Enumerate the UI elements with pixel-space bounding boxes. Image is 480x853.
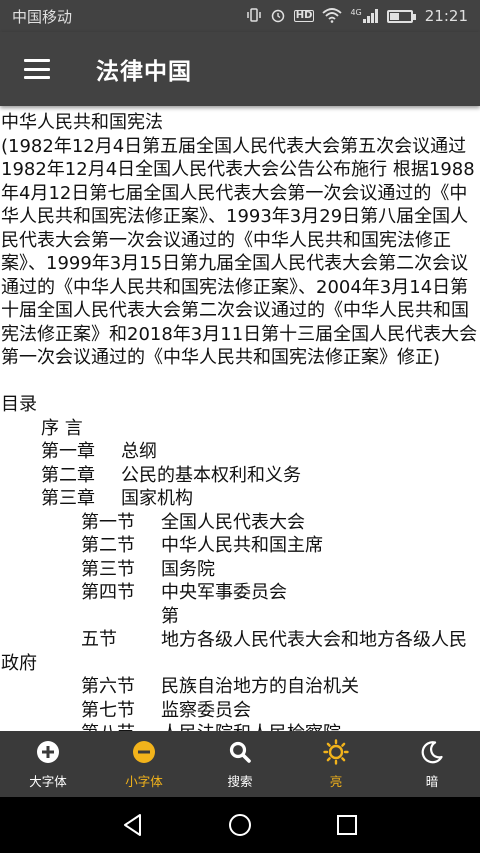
alarm-icon <box>270 7 286 26</box>
toc-item: 第八节人民法院和人民检察院 <box>1 722 479 731</box>
toc-item-title: 人民法院和人民检察院 <box>161 723 341 731</box>
search-icon <box>227 739 253 765</box>
dark-mode-label: 暗 <box>425 773 439 789</box>
table-of-contents: 序 言第一章 总纲 第二章 公民的基本权利和义务 第三章 国家机构 第一节 全国人民代表大会第… <box>1 417 479 732</box>
font-larger-button[interactable]: 大字体 <box>0 731 96 797</box>
toc-item-title: 监察委员会 <box>161 699 251 721</box>
toc-item: 第一节 全国人民代表大会 <box>1 511 479 535</box>
toc-item-title: 中央军事委员会 <box>161 582 287 603</box>
document-preamble: (1982年12月4日第五届全国人民代表大会第五次会议通过 1982年12月4日… <box>1 135 478 369</box>
toc-item: 序 言 <box>1 417 479 441</box>
bright-mode-label: 亮 <box>329 773 343 789</box>
recents-icon[interactable] <box>332 810 362 840</box>
bright-mode-button[interactable]: 亮 <box>288 731 384 797</box>
toc-item: 第二章 公民的基本权利和义务 <box>1 464 479 488</box>
menu-button[interactable] <box>0 32 74 106</box>
document-view[interactable]: 中华人民共和国宪法 (1982年12月4日第五届全国人民代表大会第五次会议通过 … <box>0 106 480 731</box>
toc-item-label: 第六节 <box>81 676 135 697</box>
toc-item-label: 第三章 <box>41 488 95 509</box>
toc-item-label: 第四节 <box>81 582 135 603</box>
minus-circle-icon <box>131 739 157 765</box>
document-title: 中华人民共和国宪法 <box>1 112 163 133</box>
app-bar: 法律中国 <box>0 32 480 106</box>
toc-item-label: 第一章 <box>41 441 95 462</box>
toc-item-label: 序 言 <box>41 417 83 439</box>
toc-item-title: 国家机构 <box>121 488 193 509</box>
toc-item-title: 总纲 <box>121 441 157 462</box>
toc-item-title: 公民的基本权利和义务 <box>121 464 301 486</box>
toc-item: 第三节 国务院 <box>1 558 479 582</box>
toc-item: 第三章 国家机构 <box>1 487 479 511</box>
status-bar: 中国移动 HD 4G 21:21 <box>0 0 480 32</box>
battery-level <box>389 12 399 20</box>
app-title: 法律中国 <box>96 59 192 85</box>
wifi-icon <box>322 7 343 26</box>
toc-item-label: 第七节 <box>81 699 135 721</box>
network-type-label: 4G <box>350 8 362 17</box>
status-icons: HD 4G 21:21 <box>246 7 468 26</box>
dark-mode-button[interactable]: 暗 <box>384 731 480 797</box>
toc-item: 第二节 中华人民共和国主席 <box>1 534 479 558</box>
toc-item-title: 地方各级人民代表大会和地方各级人民政府 <box>1 629 467 674</box>
toc-heading: 目录 <box>1 394 37 415</box>
back-icon[interactable] <box>118 810 148 840</box>
font-smaller-button[interactable]: 小字体 <box>96 731 192 797</box>
toc-item: 第四节 中央军事委员会 <box>1 581 479 605</box>
sun-icon <box>323 738 349 765</box>
toc-item-title: 民族自治地方的自治机关 <box>161 676 359 697</box>
hamburger-menu-icon[interactable] <box>24 59 50 79</box>
toc-item-label: 第二节 <box>81 535 135 556</box>
toc-item-label: 第八节 <box>81 722 161 731</box>
toc-item-title: 全国人民代表大会 <box>161 511 305 533</box>
clock: 21:21 <box>424 7 468 25</box>
hd-icon: HD <box>293 10 315 22</box>
toc-item: 第七节 监察委员会 <box>1 699 479 723</box>
vibrate-icon <box>246 7 262 26</box>
toc-item: 第五节 地方各级人民代表大会和地方各级人民政府 <box>1 605 479 676</box>
toc-item-label: 第五节 <box>81 605 179 651</box>
carrier-label: 中国移动 <box>12 7 73 26</box>
font-larger-label: 大字体 <box>29 773 67 789</box>
toc-item-title: 国务院 <box>161 558 215 580</box>
battery-icon <box>386 9 416 23</box>
toc-item-label: 第三节 <box>81 558 135 580</box>
toc-item-label: 第二章 <box>41 464 95 486</box>
font-smaller-label: 小字体 <box>125 773 163 789</box>
search-label: 搜索 <box>227 773 253 789</box>
system-navigation-bar <box>0 797 480 853</box>
moon-icon <box>419 739 445 765</box>
search-button[interactable]: 搜索 <box>192 731 288 797</box>
bottom-toolbar: 大字体 小字体 搜索 亮 暗 <box>0 731 480 797</box>
plus-circle-icon <box>35 739 61 765</box>
toc-item-label: 第一节 <box>81 511 135 533</box>
signal-icon: 4G <box>350 9 378 23</box>
toc-item: 第六节 民族自治地方的自治机关 <box>1 675 479 699</box>
home-icon[interactable] <box>225 810 255 840</box>
toc-item: 第一章 总纲 <box>1 440 479 464</box>
toc-item-title: 中华人民共和国主席 <box>161 535 323 556</box>
